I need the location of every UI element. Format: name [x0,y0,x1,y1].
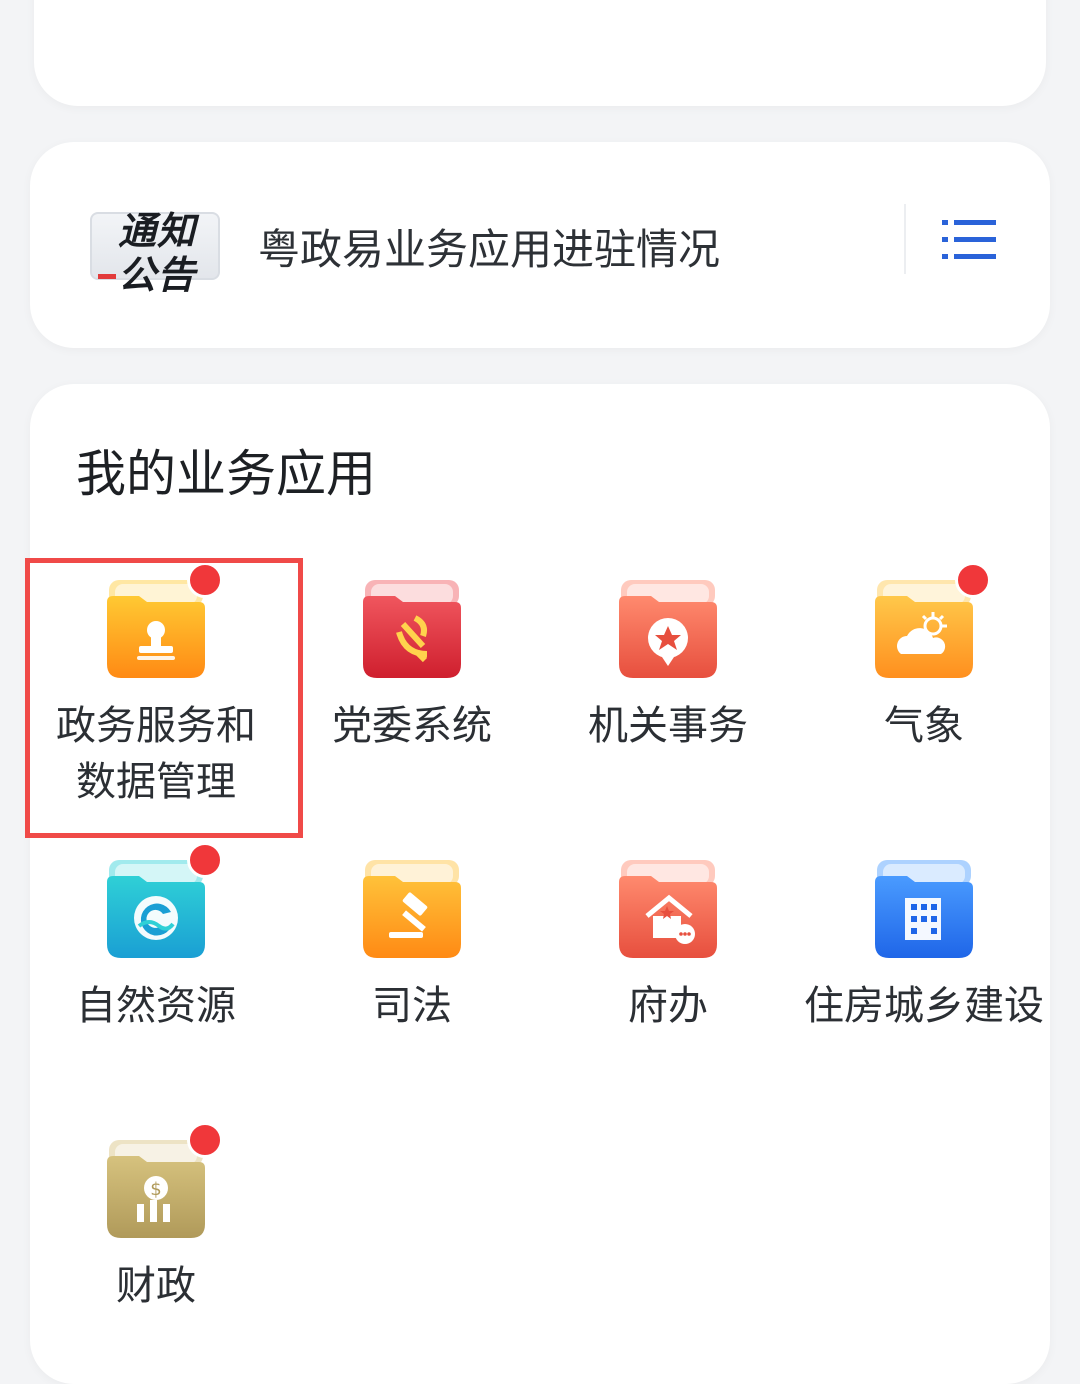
notice-badge-line2: 公告 [118,253,197,297]
app-tile[interactable]: 府办 [540,856,796,1034]
building-icon [875,860,973,958]
star-badge-icon [619,580,717,678]
notice-badge: 通知 公告 [90,194,220,297]
app-label: 司法 [372,983,452,1029]
app-tile[interactable]: 气象 [796,562,1052,754]
app-tile[interactable]: 党委系统 [284,576,540,754]
app-icon-wrap [615,576,721,682]
app-label: 府办 [628,983,708,1029]
government-house-icon [619,860,717,958]
app-label: 自然资源 [76,983,236,1029]
app-tile[interactable]: 司法 [284,856,540,1034]
notification-dot [187,1122,223,1158]
app-tile[interactable]: 住房城乡建设 [796,856,1052,1034]
app-label: 气象 [884,703,964,749]
app-icon-wrap [871,562,991,682]
gavel-icon [363,860,461,958]
app-icon-wrap [615,856,721,962]
app-icon-wrap [359,576,465,682]
highlight-box [25,558,303,838]
notification-dot [955,562,991,598]
app-label: 住房城乡建设 [804,983,1044,1029]
app-icon-wrap [359,856,465,962]
svg-text:$: $ [150,1179,161,1200]
list-icon[interactable] [942,216,996,264]
app-icon-wrap [103,842,223,962]
app-label: 党委系统 [332,703,492,749]
app-tile[interactable]: 机关事务 [540,576,796,754]
notice-text[interactable]: 粤政易业务应用进驻情况 [258,216,720,277]
section-title: 我的业务应用 [76,445,376,503]
app-icon-wrap [871,856,977,962]
app-label: 财政 [116,1263,196,1309]
notice-card[interactable]: 通知 公告 粤政易业务应用进驻情况 [30,142,1050,348]
notice-divider [904,204,906,274]
app-tile[interactable]: $ 财政 [28,1122,284,1314]
party-emblem-icon [363,580,461,678]
app-label: 机关事务 [588,703,748,749]
app-tile[interactable]: 自然资源 [28,842,284,1034]
top-card [34,0,1046,106]
app-icon-wrap: $ [103,1122,223,1242]
notification-dot [187,842,223,878]
